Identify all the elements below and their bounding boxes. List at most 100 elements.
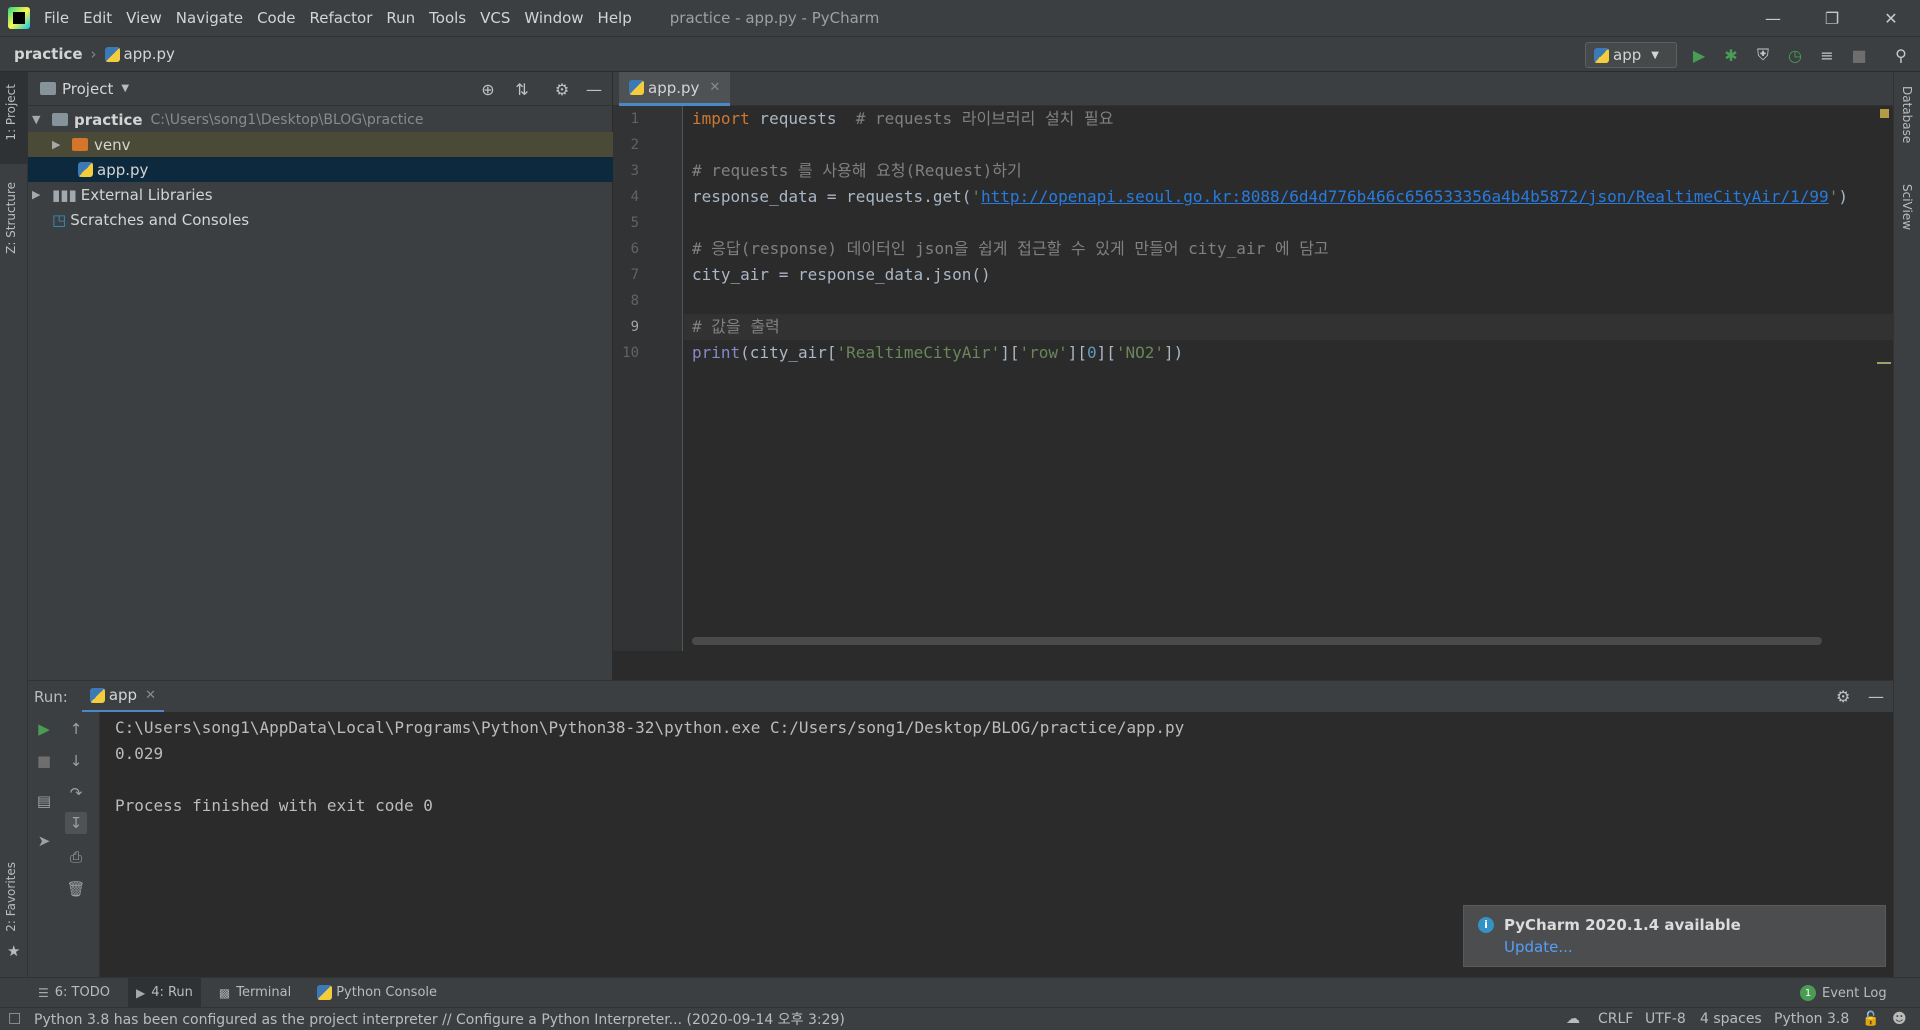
stop-icon[interactable]: ■ [1848,44,1870,66]
pin-icon[interactable]: ➤ [33,830,55,852]
git-icon[interactable]: ☁ [1566,1011,1580,1027]
down-arrow-icon[interactable]: ↓ [65,750,87,772]
scroll-to-end-icon[interactable]: ↧ [65,812,87,834]
folder-icon [72,138,88,151]
python-interpreter[interactable]: Python 3.8 [1774,1011,1849,1027]
code-line-9: # 값을 출력 [692,317,780,336]
menu-vcs[interactable]: VCS [480,9,510,27]
hide-panel-icon[interactable]: — [1868,687,1884,706]
editor-tab-bar: app.py ✕ [613,72,1893,106]
minimize-button[interactable]: — [1744,0,1802,36]
indent-setting[interactable]: 4 spaces [1700,1011,1762,1027]
gear-icon[interactable]: ⚙ [1836,687,1850,706]
inspector-icon[interactable]: ☻ [1892,1011,1907,1027]
collapsed-arrow-icon[interactable]: ▶ [52,138,66,151]
menu-run[interactable]: Run [386,9,415,27]
concurrency-icon[interactable]: ≡ [1816,44,1838,66]
menu-file[interactable]: File [44,9,69,27]
up-arrow-icon[interactable]: ↑ [65,718,87,740]
tree-item-app-py[interactable]: app.py [28,157,613,182]
project-panel-header: Project ▼ ⊕ ⇅ ⚙ — [28,72,612,106]
python-file-icon [78,162,93,177]
run-tab-app[interactable]: app ✕ [81,681,164,713]
horizontal-scrollbar[interactable] [692,637,1822,645]
close-tab-icon[interactable]: ✕ [145,688,156,703]
run-panel-header: Run: app ✕ ⚙ — [28,680,1893,713]
breadcrumb-project[interactable]: practice [14,45,83,63]
debug-icon[interactable]: ✱ [1720,44,1742,66]
python-icon [317,985,333,1000]
locate-icon[interactable]: ⊕ [478,79,498,99]
tree-item-external-libraries[interactable]: ▶ ▮▮▮ External Libraries [28,182,613,207]
tool-tab-terminal[interactable]: ▩ Terminal [211,978,299,1008]
star-icon: ★ [7,942,21,960]
run-config-select[interactable]: app ▼ [1585,42,1677,68]
line-number: 8 [630,293,639,309]
gear-icon[interactable]: ⚙ [552,79,572,99]
tree-item-venv[interactable]: ▶ venv [28,132,613,157]
tool-tab-python-console[interactable]: Python Console [309,978,445,1008]
expanded-arrow-icon[interactable]: ▼ [32,113,46,126]
tree-item-label: Scratches and Consoles [70,210,250,229]
tool-tab-run[interactable]: ▶ 4: Run [127,977,201,1008]
update-link[interactable]: Update... [1504,938,1573,956]
tree-item-practice[interactable]: ▼ practice C:\Users\song1\Desktop\BLOG\p… [28,107,613,132]
database-tool-tab[interactable]: Database [1900,86,1914,143]
tree-item-scratches[interactable]: ◳ Scratches and Consoles [28,207,613,232]
breadcrumb-file[interactable]: app.py [124,45,175,63]
library-icon: ▮▮▮ [52,185,77,204]
project-tool-tab[interactable]: 1: Project [4,84,18,141]
menu-refactor[interactable]: Refactor [309,9,372,27]
line-number: 10 [622,345,639,361]
url-link[interactable]: http://openapi.seoul.go.kr:8088/6d4d776b… [981,187,1829,206]
profile-icon[interactable]: ◷ [1784,44,1806,66]
close-tab-icon[interactable]: ✕ [709,80,720,95]
coverage-icon[interactable]: ⛨ [1752,44,1774,66]
run-toolbar: ▶ ↑ ■ ↓ ▤ ↷ ↧ ➤ ⎙ 🗑 [28,712,100,977]
menu-tools[interactable]: Tools [429,9,466,27]
window-title: practice - app.py - PyCharm [669,9,880,27]
lock-icon[interactable]: 🔓 [1862,1011,1879,1027]
collapse-all-icon[interactable]: ⇅ [512,79,532,99]
menu-edit[interactable]: Edit [83,9,112,27]
chevron-down-icon: ▼ [1651,49,1659,61]
project-view-select[interactable]: Project [62,80,113,98]
hide-panel-icon[interactable]: — [584,79,604,99]
menu-view[interactable]: View [126,9,162,27]
python-file-icon [629,80,644,95]
run-icon[interactable]: ▶ [1688,44,1710,66]
search-icon[interactable]: ⚲ [1890,44,1912,66]
error-stripe-mark[interactable] [1877,362,1891,364]
menu-navigate[interactable]: Navigate [176,9,243,27]
restore-button[interactable]: ❐ [1803,0,1861,36]
layout-icon[interactable]: ▤ [33,790,55,812]
line-separator[interactable]: CRLF [1598,1011,1633,1027]
file-encoding[interactable]: UTF-8 [1645,1011,1686,1027]
chevron-down-icon[interactable]: ▼ [121,83,129,94]
sciview-tool-tab[interactable]: SciView [1900,184,1914,230]
collapsed-arrow-icon[interactable]: ▶ [32,188,46,201]
rerun-icon[interactable]: ▶ [33,718,55,740]
toggle-tool-windows-icon[interactable]: □ [8,1010,21,1026]
print-icon[interactable]: ⎙ [65,846,87,868]
soft-wrap-icon[interactable]: ↷ [65,782,87,804]
code-editor[interactable]: import requests # requests 라이브러리 설치 필요 #… [684,106,1893,651]
python-icon [1594,47,1609,63]
stop-icon[interactable]: ■ [33,750,55,772]
close-window-button[interactable]: ✕ [1862,0,1920,36]
trash-icon[interactable]: 🗑 [65,878,87,900]
python-file-icon [104,46,120,62]
menu-help[interactable]: Help [598,9,632,27]
menu-code[interactable]: Code [257,9,295,27]
menu-window[interactable]: Window [524,9,583,27]
structure-tool-tab[interactable]: Z: Structure [4,182,18,254]
tab-app-py[interactable]: app.py ✕ [619,72,731,106]
folder-icon [52,113,68,126]
title-bar: File Edit View Navigate Code Refactor Ru… [0,0,1920,36]
status-message[interactable]: Python 3.8 has been configured as the pr… [34,1009,845,1029]
event-log-tab[interactable]: 1 Event Log [1800,978,1887,1008]
tool-tab-todo[interactable]: ☰ 6: TODO [30,978,118,1008]
favorites-tool-tab[interactable]: 2: Favorites [4,862,18,932]
line-number: 3 [630,163,639,179]
inspection-warning-icon[interactable] [1880,109,1889,118]
